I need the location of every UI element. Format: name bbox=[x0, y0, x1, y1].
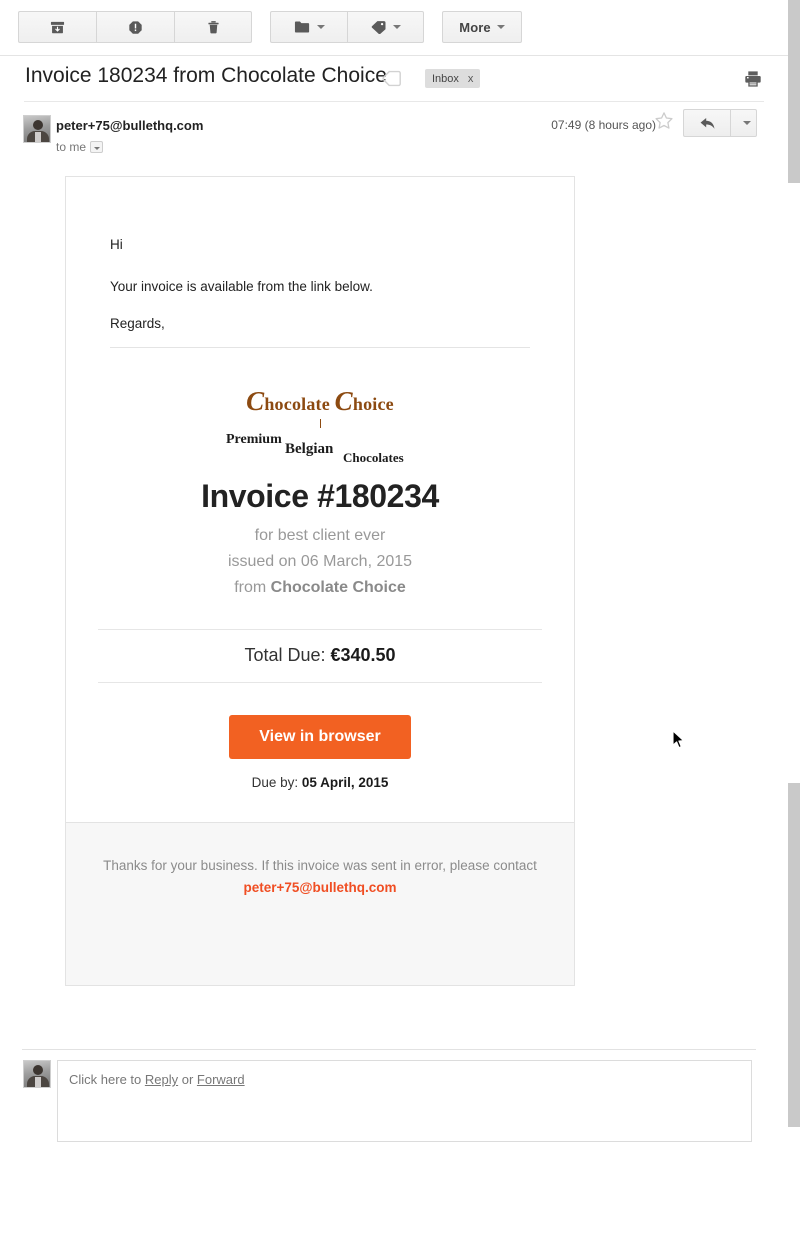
more-button[interactable]: More bbox=[442, 11, 522, 43]
star-outline-icon bbox=[655, 112, 673, 129]
brand-word-2: hoice bbox=[352, 394, 394, 414]
label-outline-icon[interactable] bbox=[382, 70, 402, 92]
toolbar-group-primary bbox=[18, 11, 252, 43]
invoice-from-line: from Chocolate Choice bbox=[66, 575, 574, 601]
report-spam-button[interactable] bbox=[96, 11, 174, 43]
archive-icon bbox=[50, 21, 65, 33]
reply-button[interactable] bbox=[683, 109, 730, 137]
chevron-down-icon bbox=[392, 25, 401, 29]
print-button[interactable] bbox=[744, 70, 762, 93]
reply-button-group bbox=[683, 109, 757, 137]
reply-avatar bbox=[23, 1060, 51, 1088]
sender-email[interactable]: peter+75@bullethq.com bbox=[56, 118, 203, 133]
message-toolbar: More bbox=[0, 0, 788, 56]
trash-icon bbox=[207, 20, 219, 33]
view-in-browser-button[interactable]: View in browser bbox=[229, 715, 411, 759]
label-tag-icon bbox=[371, 21, 385, 34]
invoice-number-heading: Invoice #180234 bbox=[201, 478, 439, 514]
scrollbar-thumb-top[interactable] bbox=[788, 0, 800, 183]
reply-link[interactable]: Reply bbox=[145, 1072, 178, 1087]
reply-hint-prefix: Click here to bbox=[69, 1072, 145, 1087]
recipient-details-toggle[interactable] bbox=[90, 141, 104, 153]
brand-tagline-word-1: Premium bbox=[226, 432, 282, 447]
brand-tagline-word-2: Belgian bbox=[285, 441, 334, 457]
email-body-card: Hi Your invoice is available from the li… bbox=[65, 176, 575, 986]
email-footer-spacer bbox=[66, 933, 574, 985]
mouse-cursor bbox=[672, 730, 686, 755]
scrollbar-thumb-bottom[interactable] bbox=[788, 783, 800, 1127]
avatar bbox=[23, 115, 51, 143]
invoice-due-line: Due by: 05 April, 2015 bbox=[66, 775, 574, 822]
invoice-from-prefix: from bbox=[234, 579, 271, 596]
brand-logo-wordmark: Chocolate Choice bbox=[66, 386, 574, 417]
invoice-for-line: for best client ever bbox=[254, 527, 386, 544]
label-chip-inbox[interactable]: Inbox x bbox=[425, 69, 481, 88]
brand-logo-tick bbox=[319, 419, 321, 428]
star-button[interactable] bbox=[654, 111, 674, 136]
gmail-message-view: More Invoice 180234 from Chocolate Choic… bbox=[0, 0, 800, 1246]
reply-arrow-icon bbox=[700, 117, 714, 129]
invoice-cta-area: View in browser Due by: 05 April, 2015 bbox=[66, 683, 574, 822]
message-timestamp: 07:49 (8 hours ago) bbox=[551, 118, 656, 132]
brand-initial-1: C bbox=[246, 386, 265, 416]
header-divider bbox=[24, 101, 764, 102]
report-spam-icon bbox=[129, 20, 142, 34]
brand-initial-2: C bbox=[334, 386, 353, 416]
reply-hint-middle: or bbox=[178, 1072, 197, 1087]
email-footer-text: Thanks for your business. If this invoic… bbox=[103, 858, 537, 873]
toolbar-group-organize bbox=[270, 11, 424, 43]
invoice-due-label: Due by: bbox=[251, 775, 302, 790]
email-intro: Hi Your invoice is available from the li… bbox=[66, 177, 574, 348]
toolbar-group-more: More bbox=[442, 11, 522, 43]
archive-button[interactable] bbox=[18, 11, 96, 43]
folder-icon bbox=[294, 21, 309, 33]
delete-button[interactable] bbox=[174, 11, 252, 43]
reply-input[interactable]: Click here to Reply or Forward bbox=[57, 1060, 752, 1142]
move-to-button[interactable] bbox=[270, 11, 347, 43]
page-title: Invoice 180234 from Chocolate Choice bbox=[25, 64, 387, 87]
scrollbar-track[interactable] bbox=[788, 0, 800, 1246]
brand-logo: Chocolate Choice Premium Belgian Chocola… bbox=[66, 348, 574, 465]
invoice-from-company: Chocolate Choice bbox=[270, 579, 406, 596]
reply-hint: Click here to Reply or Forward bbox=[58, 1061, 751, 1087]
chevron-down-icon bbox=[316, 25, 325, 29]
recipient-label: to me bbox=[56, 140, 87, 154]
invoice-summary: Invoice #180234 for best client ever iss… bbox=[66, 462, 574, 601]
reply-divider bbox=[22, 1049, 756, 1050]
labels-button[interactable] bbox=[347, 11, 424, 43]
brand-word-1: hocolate bbox=[264, 394, 330, 414]
email-signoff: Regards, bbox=[110, 316, 165, 331]
label-chip-remove[interactable]: x bbox=[468, 73, 474, 85]
recipient-summary: to me bbox=[56, 140, 104, 154]
invoice-total: Total Due: €340.50 bbox=[244, 645, 395, 665]
invoice-total-label: Total Due: bbox=[244, 645, 331, 665]
brand-tagline-word-3: Chocolates bbox=[343, 450, 404, 465]
forward-link[interactable]: Forward bbox=[197, 1072, 245, 1087]
brand-tagline: Premium Belgian Chocolates bbox=[66, 432, 574, 465]
chevron-down-icon bbox=[742, 121, 751, 125]
message-more-actions-button[interactable] bbox=[730, 109, 757, 137]
email-greeting: Hi bbox=[110, 237, 123, 252]
chevron-down-icon bbox=[496, 25, 505, 29]
invoice-due-date: 05 April, 2015 bbox=[301, 775, 389, 790]
email-footer-contact-link[interactable]: peter+75@bullethq.com bbox=[243, 880, 396, 895]
email-footer: Thanks for your business. If this invoic… bbox=[66, 822, 574, 933]
invoice-total-row: Total Due: €340.50 bbox=[98, 629, 542, 683]
more-button-label: More bbox=[459, 19, 491, 35]
label-chip-text: Inbox bbox=[432, 72, 459, 85]
invoice-issued-line: issued on 06 March, 2015 bbox=[227, 553, 413, 570]
email-body-line: Your invoice is available from the link … bbox=[110, 279, 373, 294]
invoice-total-amount: €340.50 bbox=[330, 645, 396, 665]
print-icon bbox=[745, 71, 761, 87]
